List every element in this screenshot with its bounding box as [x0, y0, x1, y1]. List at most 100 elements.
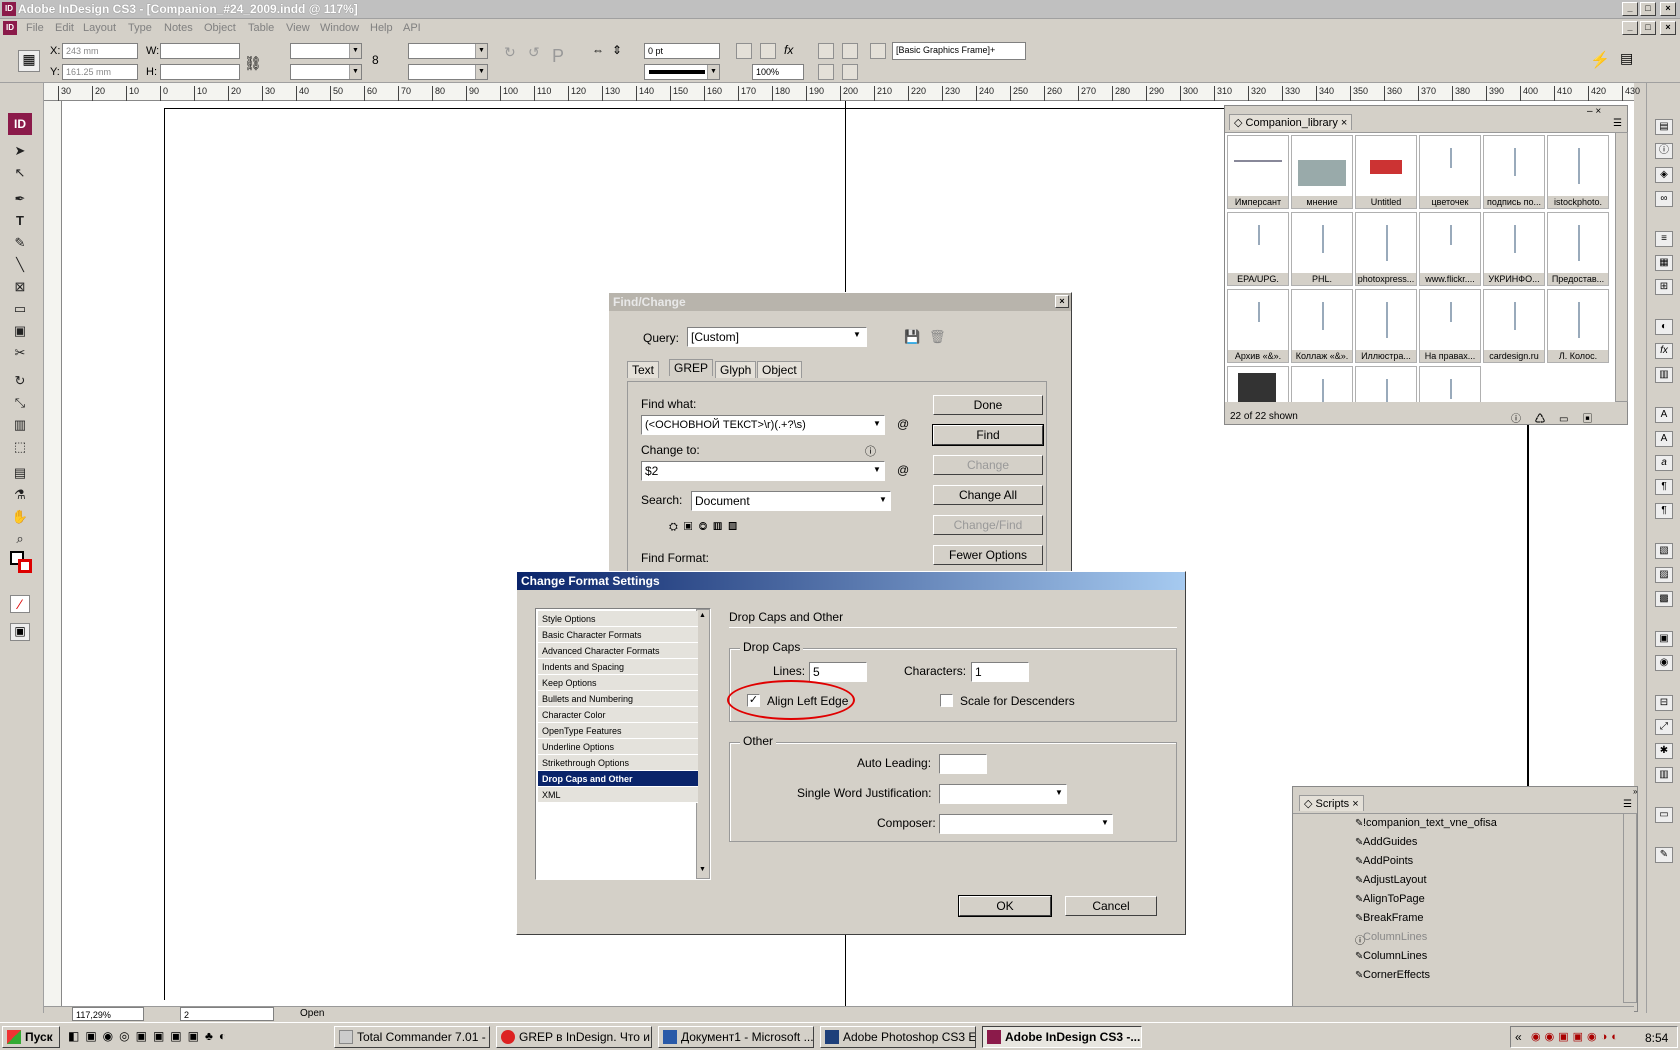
quick-apply-icon[interactable]: ⚡ [1590, 50, 1610, 70]
library-collapse-icon[interactable]: – × [1587, 106, 1601, 117]
scripts-menu-icon[interactable]: ☰ [1623, 799, 1632, 810]
library-item[interactable]: Коллаж «&». [1291, 289, 1353, 363]
rotate-tool-icon[interactable]: ↻ [10, 373, 30, 391]
composer-dropdown[interactable] [939, 814, 1113, 834]
script-item[interactable]: BreakFrame [1363, 909, 1424, 928]
menu-table[interactable]: Table [248, 22, 274, 34]
reference-point-icon[interactable]: ▦ [18, 50, 40, 72]
find-button[interactable]: Find [932, 424, 1044, 446]
script-item[interactable]: AlignToPage [1363, 890, 1425, 909]
category-item[interactable]: XML [538, 787, 698, 803]
menu-file[interactable]: File [26, 22, 44, 34]
task-total-commander[interactable]: Total Commander 7.01 - ... [334, 1026, 490, 1048]
paragraph-styles-icon[interactable]: ¶ [1655, 503, 1673, 519]
close-button[interactable]: × [1660, 2, 1676, 16]
x-field[interactable]: 243 mm [62, 43, 138, 59]
swj-dropdown-arrow-icon[interactable]: ▼ [1055, 788, 1063, 797]
hand-tool-icon[interactable]: ✋ [10, 509, 30, 527]
swatches-panel-icon[interactable]: ▦ [1655, 255, 1673, 271]
attributes-panel-icon[interactable]: ▥ [1655, 767, 1673, 783]
fewer-options-button[interactable]: Fewer Options [933, 545, 1043, 565]
gradient-panel-icon[interactable]: ▥ [1655, 367, 1673, 383]
done-button[interactable]: Done [933, 395, 1043, 415]
menu-window[interactable]: Window [320, 22, 359, 34]
cancel-button[interactable]: Cancel [1065, 896, 1157, 916]
library-panel-icon[interactable]: ▣ [1655, 631, 1673, 647]
doc-close-button[interactable]: × [1660, 21, 1676, 35]
script-item[interactable]: AddGuides [1363, 833, 1417, 852]
navigator-panel-icon[interactable]: ◉ [1655, 655, 1673, 671]
frame-tool-icon[interactable]: ⊠ [10, 279, 30, 297]
library-item[interactable]: цветочек [1419, 135, 1481, 209]
query-dropdown[interactable]: [Custom] [687, 327, 867, 347]
change-button[interactable]: Change [933, 455, 1043, 475]
search-options-icons[interactable]: ⛭▣◎▥▤ [669, 521, 743, 534]
zoom-tool-icon[interactable]: ⌕ [10, 531, 30, 549]
start-button[interactable]: Пуск [2, 1026, 60, 1048]
change-special-chars-icon[interactable]: @ [897, 463, 909, 477]
change-to-dropdown-arrow-icon[interactable]: ▼ [873, 465, 881, 474]
text-wrap-panel-icon[interactable]: ▧ [1655, 543, 1673, 559]
story-panel-icon[interactable]: ▨ [1655, 567, 1673, 583]
button-tool-icon[interactable]: ▣ [10, 323, 30, 341]
task-word[interactable]: Документ1 - Microsoft ... [658, 1026, 814, 1048]
character-panel-icon[interactable]: A [1655, 407, 1673, 423]
script-item[interactable]: !companion_text_vne_ofisa [1363, 814, 1497, 833]
panel-menu-icon[interactable]: ▤ [1620, 50, 1633, 67]
library-item[interactable] [1355, 366, 1417, 402]
flip-vertical-icon[interactable]: ⇕ [612, 43, 622, 57]
select-container-icon[interactable] [736, 43, 752, 59]
doc-minimize-button[interactable]: _ [1622, 21, 1638, 35]
glyphs-panel-icon[interactable]: a [1655, 455, 1673, 471]
library-scrollbar[interactable] [1615, 132, 1628, 402]
fit-content-icon[interactable] [818, 64, 834, 80]
category-scrollbar[interactable]: ▲ ▼ [696, 609, 710, 879]
paragraph-panel-icon[interactable]: ¶ [1655, 479, 1673, 495]
menu-view[interactable]: View [286, 22, 310, 34]
library-item[interactable]: Untitled [1355, 135, 1417, 209]
pathfinder-panel-icon[interactable]: ✱ [1655, 743, 1673, 759]
layers-panel-icon[interactable]: ◈ [1655, 167, 1673, 183]
note-tool-icon[interactable]: ▤ [10, 465, 30, 483]
library-item[interactable]: PHL. [1291, 212, 1353, 286]
stroke-panel-icon[interactable]: ≡ [1655, 231, 1673, 247]
category-item[interactable]: Indents and Spacing [538, 659, 698, 675]
tabs-panel-icon[interactable]: ▩ [1655, 591, 1673, 607]
maximize-button[interactable]: □ [1640, 2, 1656, 16]
scripts-tab[interactable]: ◇ Scripts × [1299, 795, 1364, 811]
find-what-dropdown-arrow-icon[interactable]: ▼ [873, 419, 881, 428]
menu-object[interactable]: Object [204, 22, 236, 34]
scale-tool-icon[interactable]: ⤡ [10, 395, 30, 413]
lines-field[interactable]: 5 [809, 662, 867, 682]
menu-type[interactable]: Type [128, 22, 152, 34]
library-item[interactable]: Архив «&». [1227, 289, 1289, 363]
selection-tool-icon[interactable]: ➤ [10, 143, 30, 161]
tab-text[interactable]: Text [627, 361, 660, 378]
category-item[interactable]: Underline Options [538, 739, 698, 755]
link-icon[interactable]: 8 [372, 53, 379, 67]
library-item[interactable]: photoxpress... [1355, 212, 1417, 286]
align-panel-icon[interactable]: ⊟ [1655, 695, 1673, 711]
transform-panel-icon[interactable]: ⤢ [1655, 719, 1673, 735]
library-item[interactable]: подпись по... [1483, 135, 1545, 209]
data-merge-panel-icon[interactable]: ▭ [1655, 807, 1673, 823]
type-tool-icon[interactable]: T [10, 213, 30, 231]
table-panel-icon[interactable]: ⊞ [1655, 279, 1673, 295]
menu-notes[interactable]: Notes [164, 22, 193, 34]
library-actions-icon[interactable]: ⓘ♺▭▣ [1511, 410, 1606, 425]
opacity-field[interactable]: 100% [752, 64, 804, 80]
info-panel-icon[interactable]: ⓘ [1655, 143, 1673, 159]
object-style-dropdown[interactable]: [Basic Graphics Frame]+ [892, 42, 1026, 60]
h-field[interactable] [160, 64, 240, 80]
rotate-cw-icon[interactable]: ↻ [504, 44, 516, 61]
path-type-icon[interactable]: P [552, 46, 564, 67]
tray-icons[interactable]: ◉◉▣▣◉◑◐ [1531, 1030, 1622, 1043]
drop-shadow-icon[interactable] [760, 43, 776, 59]
task-indesign[interactable]: Adobe InDesign CS3 -... [982, 1026, 1142, 1048]
library-item[interactable]: Предостав... [1547, 212, 1609, 286]
tab-object[interactable]: Object [757, 361, 802, 378]
script-item[interactable]: CornerEffects [1363, 966, 1430, 985]
category-item[interactable]: Keep Options [538, 675, 698, 691]
library-item[interactable]: УКРИНФО... [1483, 212, 1545, 286]
library-item[interactable]: мнение [1291, 135, 1353, 209]
